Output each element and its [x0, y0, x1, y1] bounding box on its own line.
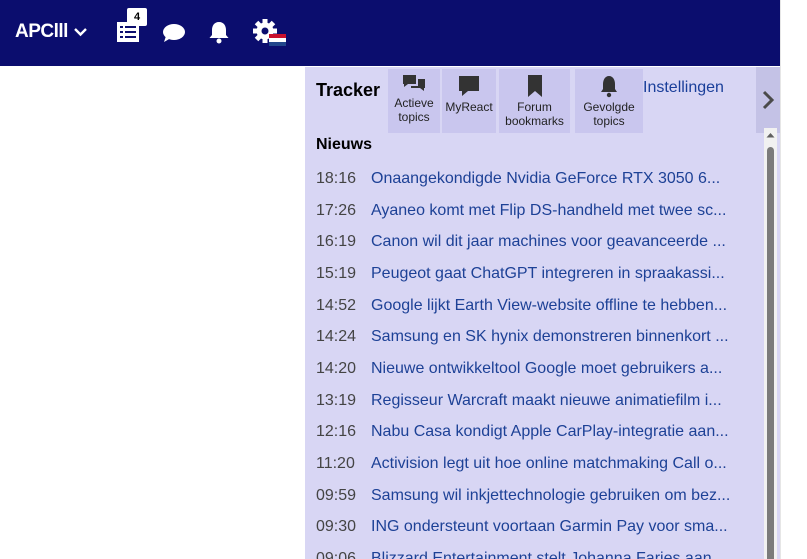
tab-label: Gevolgde topics — [583, 100, 635, 128]
tab-myreact[interactable]: MyReact — [442, 69, 496, 133]
news-time: 09:59 — [316, 486, 357, 504]
tab-forum-bookmarks[interactable]: Forum bookmarks — [499, 69, 570, 133]
news-item[interactable]: 17:26 Ayaneo komt met Flip DS-handheld me… — [316, 195, 762, 227]
news-title-link[interactable]: Blizzard Entertainment stelt Johanna Far… — [371, 550, 762, 559]
news-title-link[interactable]: Canon wil dit jaar machines voor geavanc… — [371, 233, 762, 251]
news-time: 14:52 — [316, 296, 357, 314]
news-title-link[interactable]: Google lijkt Earth View-website offline … — [371, 297, 762, 315]
notification-count-badge: 4 — [127, 8, 147, 26]
news-item[interactable]: 14:24 Samsung en SK hynix demonstreren bi… — [316, 321, 762, 353]
news-title-link[interactable]: Peugeot gaat ChatGPT integreren in spraa… — [371, 265, 762, 283]
news-title-link[interactable]: Samsung en SK hynix demonstreren binnenk… — [371, 328, 762, 346]
news-time: 14:24 — [316, 328, 357, 346]
news-time: 17:26 — [316, 201, 357, 219]
chevron-down-icon — [74, 28, 87, 37]
news-item[interactable]: 18:16 Onaangekondigde Nvidia GeForce RTX … — [316, 163, 762, 195]
news-title-link[interactable]: Nabu Casa kondigt Apple CarPlay-integrat… — [371, 423, 762, 441]
news-title-link[interactable]: Activision legt uit hoe online matchmaki… — [371, 455, 762, 473]
page-scroll-gutter — [780, 0, 807, 559]
news-title-link[interactable]: ING ondersteunt voortaan Garmin Pay voor… — [371, 518, 762, 536]
news-item[interactable]: 13:19 Regisseur Warcraft maakt nieuwe ani… — [316, 385, 762, 417]
top-navigation-bar: APClll 4 — [0, 0, 780, 66]
tab-actieve-topics[interactable]: Actieve topics — [388, 69, 440, 133]
tracker-panel: Tracker Actieve topics MyReact Forum boo… — [305, 67, 780, 559]
tab-label: Forum bookmarks — [505, 100, 564, 128]
news-time: 11:20 — [316, 455, 355, 473]
chat-bubble-icon — [459, 76, 479, 96]
news-item[interactable]: 09:30 ING ondersteunt voortaan Garmin Pay… — [316, 512, 762, 544]
news-list: 18:16 Onaangekondigde Nvidia GeForce RTX … — [316, 163, 762, 559]
news-time: 09:30 — [316, 518, 357, 536]
news-title-link[interactable]: Onaangekondigde Nvidia GeForce RTX 3050 … — [371, 170, 762, 188]
chat-bubble-icon[interactable] — [162, 23, 186, 43]
news-time: 09:06 — [316, 550, 357, 559]
news-section-title: Nieuws — [316, 136, 373, 153]
news-item[interactable]: 15:19 Peugeot gaat ChatGPT integreren in … — [316, 258, 762, 290]
news-title-link[interactable]: Samsung wil inkjettechnologie gebruiken … — [371, 487, 762, 505]
news-title-link[interactable]: Nieuwe ontwikkeltool Google moet gebruik… — [371, 360, 762, 378]
settings-gear-flag-icon[interactable] — [253, 19, 287, 47]
news-time: 18:16 — [316, 169, 357, 187]
news-item[interactable]: 11:20 Activision legt uit hoe online matc… — [316, 448, 762, 480]
news-item[interactable]: 09:06 Blizzard Entertainment stelt Johann… — [316, 543, 762, 559]
scrollbar[interactable] — [764, 128, 777, 559]
username: APClll — [15, 21, 68, 42]
settings-link[interactable]: Instellingen — [643, 79, 724, 97]
caret-up-icon — [766, 133, 775, 138]
next-tab-button[interactable] — [756, 67, 780, 133]
chevron-right-icon — [762, 90, 775, 110]
scroll-up-button[interactable] — [764, 128, 777, 142]
user-menu[interactable]: APClll — [15, 21, 88, 43]
scrollbar-thumb[interactable] — [767, 147, 774, 559]
news-item[interactable]: 14:20 Nieuwe ontwikkeltool Google moet ge… — [316, 353, 762, 385]
news-time: 13:19 — [316, 391, 357, 409]
news-time: 16:19 — [316, 233, 357, 251]
news-title-link[interactable]: Ayaneo komt met Flip DS-handheld met twe… — [371, 202, 762, 220]
news-item[interactable]: 16:19 Canon wil dit jaar machines voor ge… — [316, 226, 762, 258]
news-item[interactable]: 14:52 Google lijkt Earth View-website off… — [316, 290, 762, 322]
chat-bubbles-icon — [403, 75, 425, 91]
news-time: 14:20 — [316, 359, 357, 377]
news-time: 15:19 — [316, 264, 357, 282]
bell-icon[interactable] — [208, 20, 230, 44]
bookmark-icon — [527, 75, 542, 97]
news-time: 12:16 — [316, 423, 357, 441]
tab-gevolgde-topics[interactable]: Gevolgde topics — [575, 69, 643, 133]
bell-icon — [601, 76, 617, 98]
news-title-link[interactable]: Regisseur Warcraft maakt nieuwe animatie… — [371, 392, 762, 410]
news-item[interactable]: 12:16 Nabu Casa kondigt Apple CarPlay-int… — [316, 417, 762, 449]
news-item[interactable]: 09:59 Samsung wil inkjettechnologie gebru… — [316, 480, 762, 512]
tab-label: Actieve topics — [394, 96, 434, 124]
tracker-title: Tracker — [316, 80, 381, 100]
tab-label: MyReact — [445, 100, 493, 114]
